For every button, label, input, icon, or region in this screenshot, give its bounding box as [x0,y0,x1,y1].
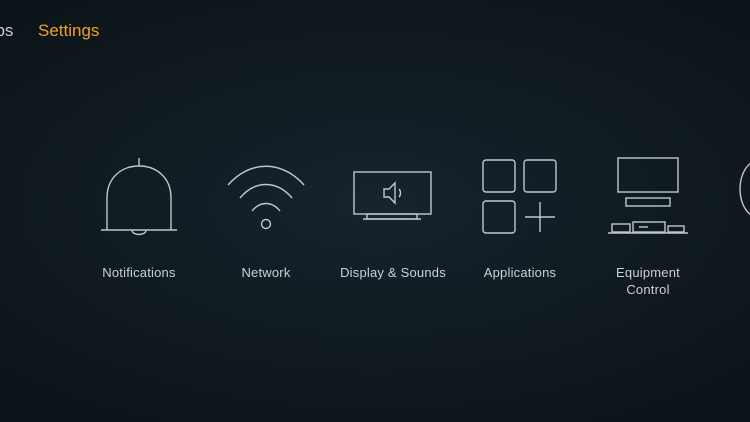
bell-icon [99,152,179,240]
tv-icon [353,152,433,240]
settings-item-label: Notifications [102,265,176,280]
apps-grid-icon [480,152,560,240]
partial-next-item-icon[interactable] [738,158,750,220]
nav-apps[interactable]: pps [0,19,13,43]
settings-item-label: Equipment Control [616,265,680,297]
equipment-icon [608,152,688,240]
settings-item-label: Display & Sounds [340,265,446,280]
settings-item-display-sounds[interactable]: Display & Sounds [331,152,455,302]
nav-settings[interactable]: Settings [38,19,99,43]
settings-item-label: Applications [483,265,557,280]
top-navigation: pps Settings [0,19,750,43]
settings-item-equipment-control[interactable]: Equipment Control [586,152,710,302]
settings-item-notifications[interactable]: Notifications [77,152,201,302]
settings-item-applications[interactable]: Applications [458,152,582,302]
settings-item-label: Network [241,265,291,280]
wifi-icon [226,152,306,240]
settings-tiles: Notifications Network Display & Sounds A… [0,152,750,312]
settings-item-network[interactable]: Network [204,152,328,302]
